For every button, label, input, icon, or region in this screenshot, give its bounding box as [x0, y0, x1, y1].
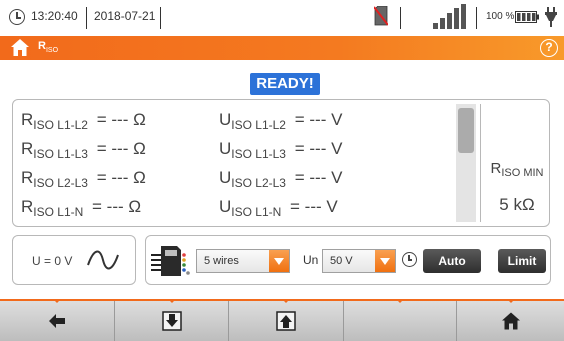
wires-select-value: 5 wires	[204, 255, 239, 267]
symbol: R	[490, 160, 502, 177]
symbol: U	[219, 110, 232, 129]
auto-button[interactable]: Auto	[423, 249, 481, 273]
nav-download-button[interactable]	[115, 299, 229, 341]
upload-icon	[276, 311, 296, 331]
page-title: RISO	[38, 40, 59, 54]
subscript: ISO L1-L2	[33, 118, 88, 132]
status-time: 13:20:40	[31, 9, 78, 23]
symbol: R	[21, 139, 34, 158]
sine-wave-icon	[87, 250, 119, 270]
divider	[86, 7, 87, 29]
clock-icon	[9, 9, 25, 25]
value: = --- V	[294, 168, 343, 187]
battery-icon	[515, 11, 539, 23]
nav-marker	[53, 299, 61, 303]
nav-upload-button[interactable]	[229, 299, 344, 341]
settings-panel: 5 wires Un 50 V Auto Limit	[145, 235, 551, 285]
results-panel: RISO L1-L2 = --- Ω UISO L1-L2 = --- V RI…	[12, 99, 550, 227]
result-r-l2-l3: RISO L2-L3 = --- Ω	[21, 168, 146, 190]
result-r-l1-n: RISO L1-N = --- Ω	[21, 197, 142, 219]
divider	[160, 7, 161, 29]
title-subscript: ISO	[45, 47, 59, 54]
signal-strength-icon	[433, 4, 466, 29]
limit-button[interactable]: Limit	[498, 249, 546, 273]
value: = --- V	[290, 197, 338, 216]
subscript: ISO L1-N	[33, 205, 84, 219]
nav-marker	[282, 299, 290, 303]
title-bar: RISO ?	[0, 36, 564, 60]
charging-plug-icon	[545, 7, 557, 27]
multi-wire-adapter-icon	[151, 246, 190, 276]
symbol: U	[219, 168, 232, 187]
bottom-nav	[0, 299, 564, 341]
value: = --- V	[294, 110, 343, 129]
rmin-label: RISO MIN	[485, 160, 549, 179]
nav-marker	[167, 299, 176, 303]
status-date: 2018-07-21	[94, 9, 156, 23]
home-icon[interactable]	[11, 39, 29, 56]
result-u-l1-l3: UISO L1-L3 = --- V	[219, 139, 343, 161]
symbol: R	[21, 197, 34, 216]
result-u-l1-l2: UISO L1-L2 = --- V	[219, 110, 343, 132]
help-icon[interactable]: ?	[540, 39, 558, 57]
value: = --- Ω	[92, 197, 142, 216]
rmin-value[interactable]: 5 kΩ	[485, 195, 549, 215]
subscript: ISO L1-L3	[231, 147, 286, 161]
nav-marker	[396, 299, 404, 303]
subscript: ISO L1-L3	[33, 147, 88, 161]
symbol: U	[219, 197, 232, 216]
symbol: U	[219, 139, 232, 158]
result-u-l2-l3: UISO L2-L3 = --- V	[219, 168, 343, 190]
no-sd-card-icon	[374, 6, 388, 26]
scrollbar-thumb[interactable]	[458, 108, 474, 153]
status-bar: 13:20:40 2018-07-21 100 %	[0, 0, 564, 36]
voltage-readout: U = 0 V	[32, 254, 73, 268]
value: = --- Ω	[96, 168, 146, 187]
un-select-value: 50 V	[330, 255, 353, 267]
symbol: R	[21, 168, 34, 187]
value: = --- Ω	[96, 139, 146, 158]
result-u-l1-n: UISO L1-N = --- V	[219, 197, 338, 219]
chevron-down-icon	[269, 250, 289, 272]
subscript: ISO L1-N	[231, 205, 282, 219]
result-r-l1-l3: RISO L1-L3 = --- Ω	[21, 139, 146, 161]
un-label: Un	[303, 253, 319, 267]
divider	[476, 7, 477, 29]
nav-home-button[interactable]	[457, 299, 564, 341]
divider	[400, 7, 401, 29]
nav-back-button[interactable]	[0, 299, 115, 341]
timer-clock-icon	[402, 252, 417, 267]
nav-empty-button[interactable]	[344, 299, 457, 341]
symbol: R	[21, 110, 34, 129]
subscript: ISO L1-L2	[231, 118, 286, 132]
result-r-l1-l2: RISO L1-L2 = --- Ω	[21, 110, 146, 132]
status-badge: READY!	[250, 73, 320, 95]
value: = --- Ω	[96, 110, 146, 129]
subscript: ISO L2-L3	[33, 176, 88, 190]
subscript: ISO MIN	[501, 167, 544, 179]
subscript: ISO L2-L3	[231, 176, 286, 190]
voltage-panel: U = 0 V	[12, 235, 136, 285]
wires-select[interactable]: 5 wires	[196, 249, 290, 273]
battery-level: 100 %	[486, 11, 515, 22]
un-select[interactable]: 50 V	[322, 249, 396, 273]
title-symbol: R	[38, 40, 46, 52]
value: = --- V	[294, 139, 343, 158]
download-icon	[161, 311, 182, 331]
nav-marker	[506, 299, 515, 303]
home-icon	[501, 312, 520, 330]
divider	[480, 104, 481, 222]
back-arrow-icon	[49, 314, 65, 328]
chevron-down-icon	[375, 250, 395, 272]
